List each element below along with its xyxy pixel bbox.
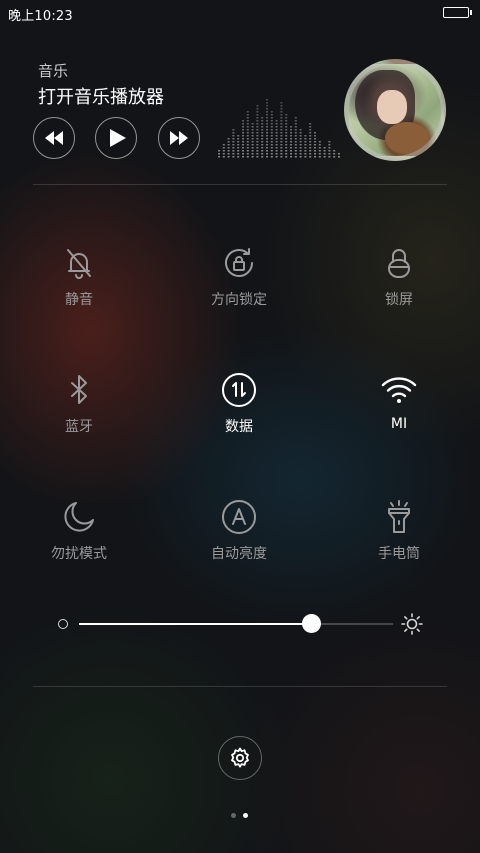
equalizer-visualizer (218, 99, 340, 158)
brightness-slider-fill (79, 623, 311, 625)
toggle-bluetooth[interactable]: 蓝牙 (19, 372, 139, 436)
brightness-low-icon (58, 619, 68, 629)
toggle-wifi[interactable]: MI (339, 372, 459, 432)
toggle-mobile-data[interactable]: 数据 (179, 372, 299, 436)
gear-icon (231, 747, 249, 768)
toggle-rotation-lock-label: 方向锁定 (211, 292, 267, 308)
bottom-divider (33, 686, 447, 687)
toggle-flashlight-label: 手电筒 (378, 546, 420, 562)
album-art-face (377, 90, 407, 124)
status-bar: 晚上10:23 (0, 0, 480, 28)
toggle-rotation-lock[interactable]: 方向锁定 (179, 245, 299, 309)
bell-off-icon (67, 249, 91, 279)
toggle-do-not-disturb-label: 勿扰模式 (51, 546, 107, 562)
toggle-do-not-disturb[interactable]: 勿扰模式 (19, 499, 139, 563)
next-icon (170, 131, 188, 145)
toggle-wifi-label: MI (390, 416, 408, 432)
wifi-icon (381, 377, 417, 403)
toggle-lock-screen[interactable]: 锁屏 (339, 245, 459, 309)
battery-cap (470, 10, 472, 15)
next-button[interactable] (158, 117, 200, 159)
toggle-auto-brightness[interactable]: 自动亮度 (179, 499, 299, 563)
toggle-lock-screen-label: 锁屏 (385, 292, 413, 308)
toggle-auto-brightness-label: 自动亮度 (211, 546, 267, 562)
top-divider (33, 184, 447, 185)
toggle-mute[interactable]: 静音 (19, 245, 139, 309)
mobile-data-icon (222, 373, 256, 407)
page-dot-2[interactable] (243, 813, 248, 818)
auto-brightness-icon (222, 500, 256, 534)
music-label: 音乐 (38, 62, 69, 80)
toggle-mute-label: 静音 (65, 292, 93, 308)
toggle-flashlight[interactable]: 手电筒 (339, 499, 459, 563)
page-dot-1[interactable] (231, 813, 236, 818)
lock-icon (388, 249, 410, 278)
album-art-bear (385, 122, 429, 154)
bluetooth-icon (71, 375, 87, 404)
brightness-slider-thumb[interactable] (302, 614, 321, 633)
toggle-mobile-data-label: 数据 (225, 419, 253, 435)
moon-icon (64, 502, 94, 532)
play-button[interactable] (95, 117, 137, 159)
album-art[interactable] (344, 59, 446, 161)
settings-button[interactable] (218, 736, 262, 780)
brightness-slider[interactable] (79, 614, 393, 633)
open-music-player-link[interactable]: 打开音乐播放器 (38, 83, 164, 109)
rotation-lock-icon (225, 248, 253, 277)
flashlight-icon (388, 500, 410, 533)
brightness-high-icon (401, 613, 423, 635)
battery-icon (443, 7, 469, 18)
previous-button[interactable] (33, 117, 75, 159)
previous-icon (45, 131, 63, 145)
play-icon (109, 129, 126, 147)
toggle-bluetooth-label: 蓝牙 (65, 419, 93, 435)
status-time: 晚上10:23 (8, 9, 73, 24)
